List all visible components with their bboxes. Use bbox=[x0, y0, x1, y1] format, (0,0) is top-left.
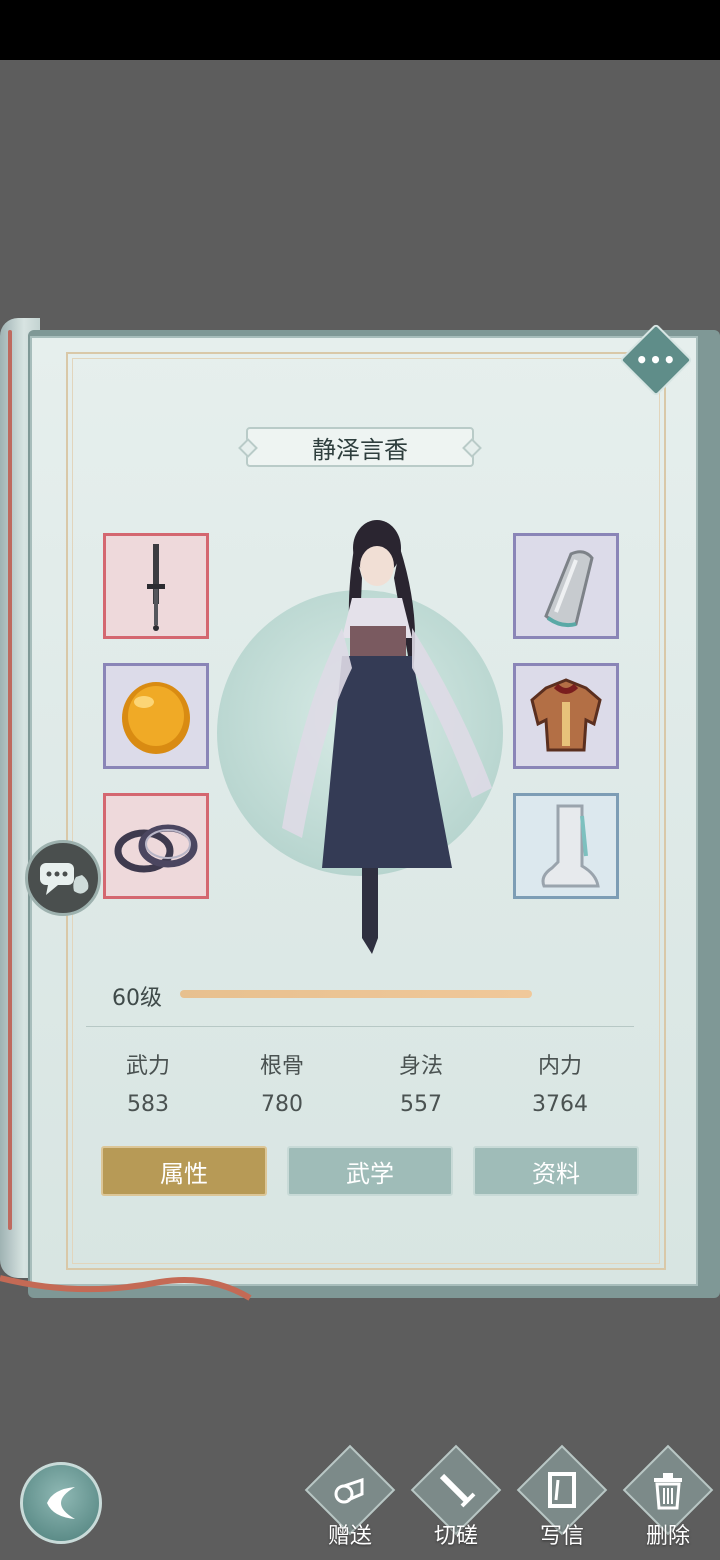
equip-slot-accessory[interactable] bbox=[103, 663, 209, 769]
sword-icon bbox=[439, 1473, 476, 1508]
stat-label: 内力 bbox=[537, 1054, 582, 1079]
letter-icon bbox=[548, 1472, 576, 1508]
amber-gem-icon bbox=[122, 682, 190, 754]
stat-internal-power: 内力 3764 bbox=[510, 1048, 610, 1117]
character-portrait bbox=[282, 520, 492, 954]
equip-slot-boots[interactable] bbox=[513, 793, 619, 899]
write-letter-button[interactable]: 写信 bbox=[514, 1444, 610, 1556]
stat-value: 583 bbox=[127, 1092, 169, 1117]
trash-icon bbox=[654, 1473, 682, 1510]
stat-label: 根骨 bbox=[259, 1054, 304, 1079]
back-button[interactable] bbox=[20, 1462, 102, 1544]
boots-icon bbox=[541, 804, 600, 888]
equip-slot-weapon[interactable] bbox=[103, 533, 209, 639]
bracelets-icon bbox=[114, 824, 198, 873]
gift-scroll-icon bbox=[334, 1477, 364, 1504]
book-ribbon bbox=[0, 1275, 252, 1301]
level-label: 60级 bbox=[112, 986, 162, 1011]
chat-button[interactable] bbox=[25, 840, 101, 916]
back-arrow-icon bbox=[47, 1487, 75, 1519]
spar-button[interactable]: 切磋 bbox=[408, 1444, 504, 1556]
bracer-icon bbox=[544, 550, 594, 628]
dagger-icon bbox=[147, 544, 165, 631]
armor-icon bbox=[530, 678, 602, 752]
equip-slot-bracelet[interactable] bbox=[103, 793, 209, 899]
write-letter-label: 写信 bbox=[539, 1524, 584, 1549]
chat-bubble-icon bbox=[40, 863, 89, 895]
spar-label: 切磋 bbox=[433, 1524, 478, 1549]
level-progress-bar bbox=[180, 990, 532, 998]
stat-value: 780 bbox=[261, 1092, 303, 1117]
gift-button[interactable]: 赠送 bbox=[302, 1444, 398, 1556]
level-progress-fill bbox=[180, 990, 532, 998]
delete-button[interactable]: 删除 bbox=[620, 1444, 716, 1556]
delete-label: 删除 bbox=[645, 1524, 690, 1549]
stat-value: 3764 bbox=[532, 1092, 588, 1117]
stat-constitution: 根骨 780 bbox=[232, 1048, 332, 1117]
tab-attributes[interactable]: 属性 bbox=[101, 1146, 267, 1196]
character-name: 静泽言香 bbox=[246, 427, 474, 467]
stat-label: 武力 bbox=[125, 1054, 170, 1079]
equip-slot-bracer[interactable] bbox=[513, 533, 619, 639]
tab-martial-arts[interactable]: 武学 bbox=[287, 1146, 453, 1196]
equip-slot-armor[interactable] bbox=[513, 663, 619, 769]
stat-strength: 武力 583 bbox=[98, 1048, 198, 1117]
stat-value: 557 bbox=[400, 1092, 442, 1117]
tab-profile[interactable]: 资料 bbox=[473, 1146, 639, 1196]
spine-ribbon bbox=[8, 330, 12, 1230]
more-icon: ••• bbox=[635, 348, 677, 372]
divider bbox=[86, 1026, 634, 1027]
gift-label: 赠送 bbox=[327, 1524, 372, 1549]
stat-agility: 身法 557 bbox=[371, 1048, 471, 1117]
status-bar bbox=[0, 0, 720, 60]
stat-label: 身法 bbox=[398, 1054, 443, 1079]
